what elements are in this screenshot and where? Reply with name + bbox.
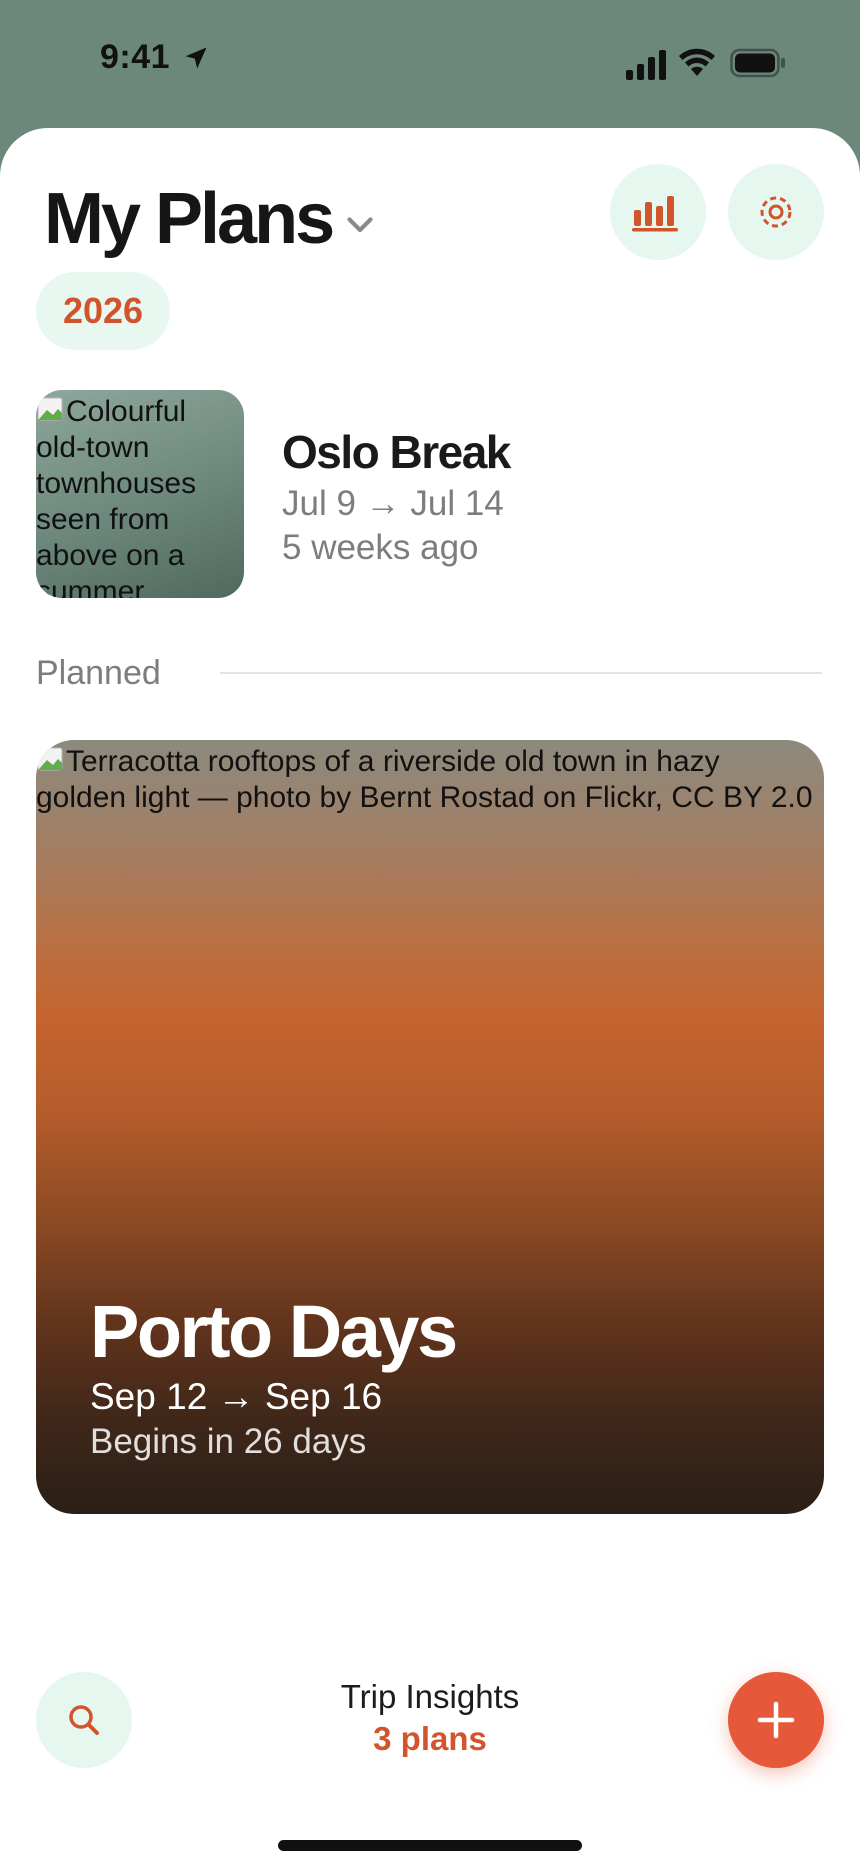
featured-plan-image: Terracotta rooftops of a riverside old t… (36, 740, 824, 816)
recent-plan-image[interactable]: Colourful old-town townhouses seen from … (36, 390, 244, 598)
title-menu[interactable]: My Plans (44, 178, 378, 260)
recent-plan-name: Oslo Break (282, 426, 511, 478)
planned-section-header: Planned (36, 648, 822, 698)
search-button[interactable] (36, 1672, 132, 1768)
recent-plan-dates: Jul 9 → Jul 14 (282, 484, 504, 523)
plans-sheet: My Plans 2026 Colourful old-town townhou… (0, 128, 860, 1864)
battery-icon (730, 48, 785, 78)
settings-gear-icon (760, 196, 792, 228)
location-arrow-icon (185, 47, 207, 69)
home-indicator (278, 1840, 582, 1851)
settings-button[interactable] (728, 164, 824, 260)
featured-plan-name: Porto Days (90, 1290, 458, 1373)
featured-plan-image-alt: Terracotta rooftops of a riverside old t… (36, 745, 813, 814)
page-title: My Plans (44, 179, 335, 259)
featured-plan-dates: Sep 12 → Sep 16 (90, 1376, 383, 1417)
bar-chart-icon (632, 196, 678, 232)
wifi-icon (679, 48, 715, 76)
status-time: 9:41 (100, 38, 171, 76)
cellular-signal-icon (626, 50, 666, 80)
add-plan-button[interactable] (728, 1672, 824, 1768)
section-label: Planned (36, 653, 161, 692)
status-bar: 9:41 (0, 0, 860, 128)
recent-plan-info[interactable]: Oslo Break Jul 9 → Jul 14 5 weeks ago (282, 424, 511, 570)
broken-image-icon (37, 397, 63, 421)
chevron-down-icon (347, 217, 373, 233)
featured-plan-text: Porto Days Sep 12 → Sep 16 Begins in 26 … (90, 1290, 458, 1464)
year-filter-chip[interactable]: 2026 (36, 272, 170, 350)
insights-count: 3 plans (373, 1720, 487, 1757)
featured-plan-card[interactable]: Terracotta rooftops of a riverside old t… (36, 740, 824, 1514)
insights-title: Trip Insights (340, 1678, 520, 1715)
recent-plan-relative-time: 5 weeks ago (282, 528, 479, 567)
trip-insights[interactable]: Trip Insights 3 plans (300, 1676, 560, 1760)
broken-image-icon (37, 747, 63, 771)
stats-button[interactable] (610, 164, 706, 260)
section-divider (220, 672, 822, 674)
search-icon (69, 1705, 99, 1735)
recent-plan-image-alt: Colourful old-town townhouses seen from … (36, 395, 197, 598)
plus-icon (757, 1701, 795, 1739)
featured-plan-countdown: Begins in 26 days (90, 1422, 367, 1461)
